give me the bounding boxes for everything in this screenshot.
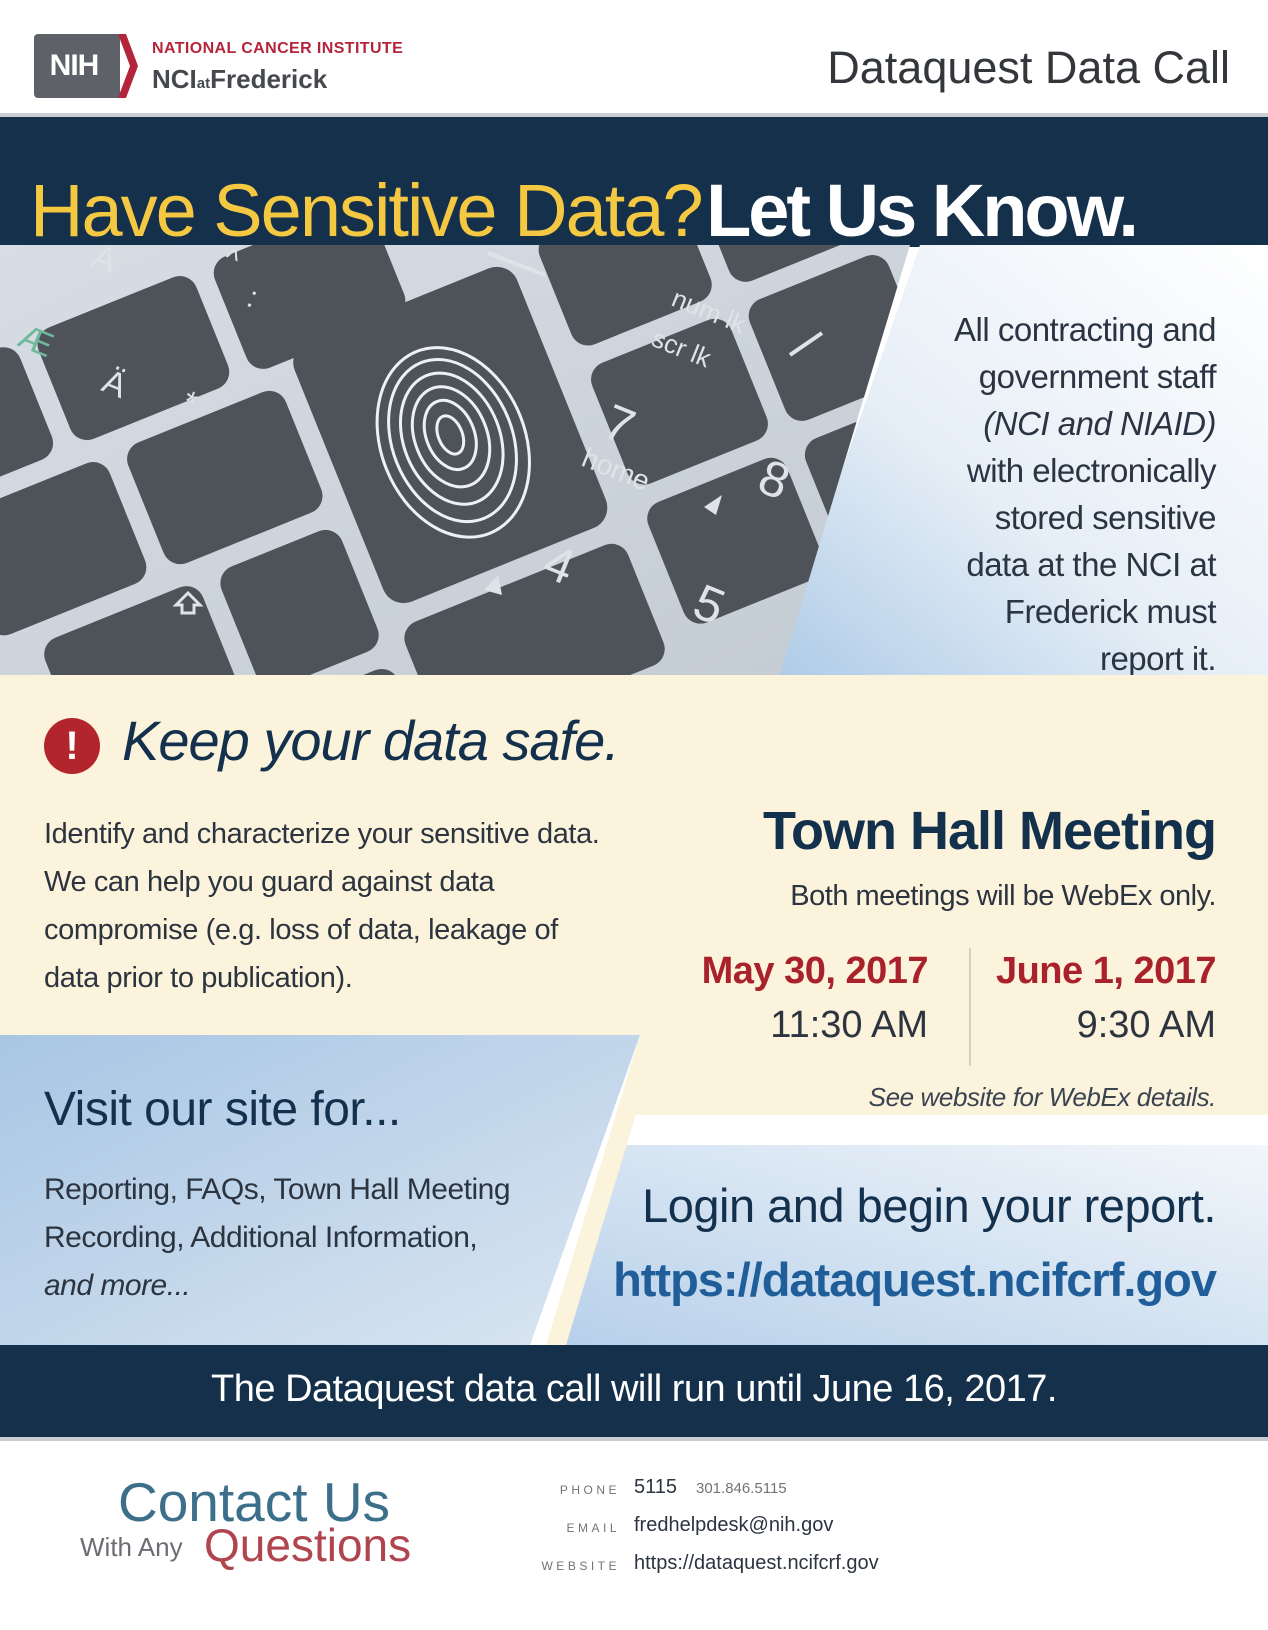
nih-chevron-icon [118, 34, 138, 98]
headline-question: Have Sensitive Data? [30, 169, 704, 252]
org-subname-frederick: Frederick [210, 64, 328, 94]
phone-extension: 5115 [634, 1476, 678, 1498]
deadline-divider [0, 1437, 1268, 1441]
intro-line: data at the NCI at [966, 546, 1216, 583]
intro-line: government staff [978, 358, 1217, 395]
visit-line: Recording, Additional Information, [44, 1221, 478, 1254]
alert-circle-icon: ! [44, 718, 100, 774]
visit-line-more: and more... [44, 1269, 191, 1302]
intro-line: All contracting and [954, 311, 1217, 348]
keep-safe-line: data prior to publication). [44, 962, 353, 994]
keep-safe-body: Identify and characterize your sensitive… [44, 810, 684, 1002]
org-subname: NCIatFrederick [152, 64, 327, 95]
phone-number: 301.846.5115 [696, 1480, 787, 1497]
meeting-date: June 1, 2017 [995, 950, 1217, 992]
keep-safe-title: Keep your data safe. [122, 709, 620, 772]
visit-title: Visit our site for... [44, 1083, 401, 1136]
login-link[interactable]: https://dataquest.ncifcrf.gov [613, 1252, 1217, 1307]
visit-line: Reporting, FAQs, Town Hall Meeting [44, 1173, 511, 1206]
intro-line: Frederick must [1004, 593, 1217, 630]
webex-note: See website for WebEx details. [868, 1082, 1217, 1112]
phone-label: PHONE [559, 1483, 620, 1497]
email-link[interactable]: fredhelpdesk@nih.gov [634, 1514, 833, 1537]
contact-with-any: With Any [80, 1532, 183, 1562]
town-hall-subtitle: Both meetings will be WebEx only. [790, 880, 1216, 912]
keep-safe-line: Identify and characterize your sensitive… [44, 818, 600, 850]
intro-line: stored sensitive [994, 499, 1217, 536]
contact-questions: Questions [204, 1519, 412, 1571]
org-subname-nci: NCI [152, 64, 197, 94]
keyboard-fingerprint-image: num lk scr lk 7 home 8 4 5 Ä Æ À ^ * : [0, 245, 910, 675]
meeting-date: May 30, 2017 [701, 950, 929, 992]
visit-body: Reporting, FAQs, Town Hall Meeting Recor… [44, 1166, 564, 1310]
headline: Have Sensitive Data? Let Us Know. [30, 168, 1139, 253]
intro-line: with electronically [966, 452, 1217, 489]
document-title: Dataquest Data Call [827, 42, 1230, 93]
email-label: EMAIL [566, 1521, 620, 1535]
meeting-divider [969, 948, 971, 1066]
website-label: WEBSITE [541, 1559, 620, 1573]
org-subname-at: at [196, 75, 211, 92]
keep-safe-line: We can help you guard against data [44, 866, 495, 898]
website-link[interactable]: https://dataquest.ncifcrf.gov [634, 1552, 879, 1575]
headline-call: Let Us Know. [706, 169, 1139, 252]
org-name: NATIONAL CANCER INSTITUTE [152, 40, 404, 57]
deadline-text: The Dataquest data call will run until J… [211, 1368, 1057, 1410]
meeting-time: 11:30 AM [770, 1004, 928, 1046]
nih-logo-text: NIH [49, 49, 100, 82]
meeting-time: 9:30 AM [1076, 1004, 1216, 1046]
town-hall-title: Town Hall Meeting [763, 801, 1217, 861]
login-prompt: Login and begin your report. [642, 1179, 1216, 1232]
intro-text: All contracting and government staff (NC… [856, 306, 1217, 682]
keep-safe-line: compromise (e.g. loss of data, leakage o… [44, 914, 558, 946]
intro-line-agencies: (NCI and NIAID) [983, 405, 1216, 442]
